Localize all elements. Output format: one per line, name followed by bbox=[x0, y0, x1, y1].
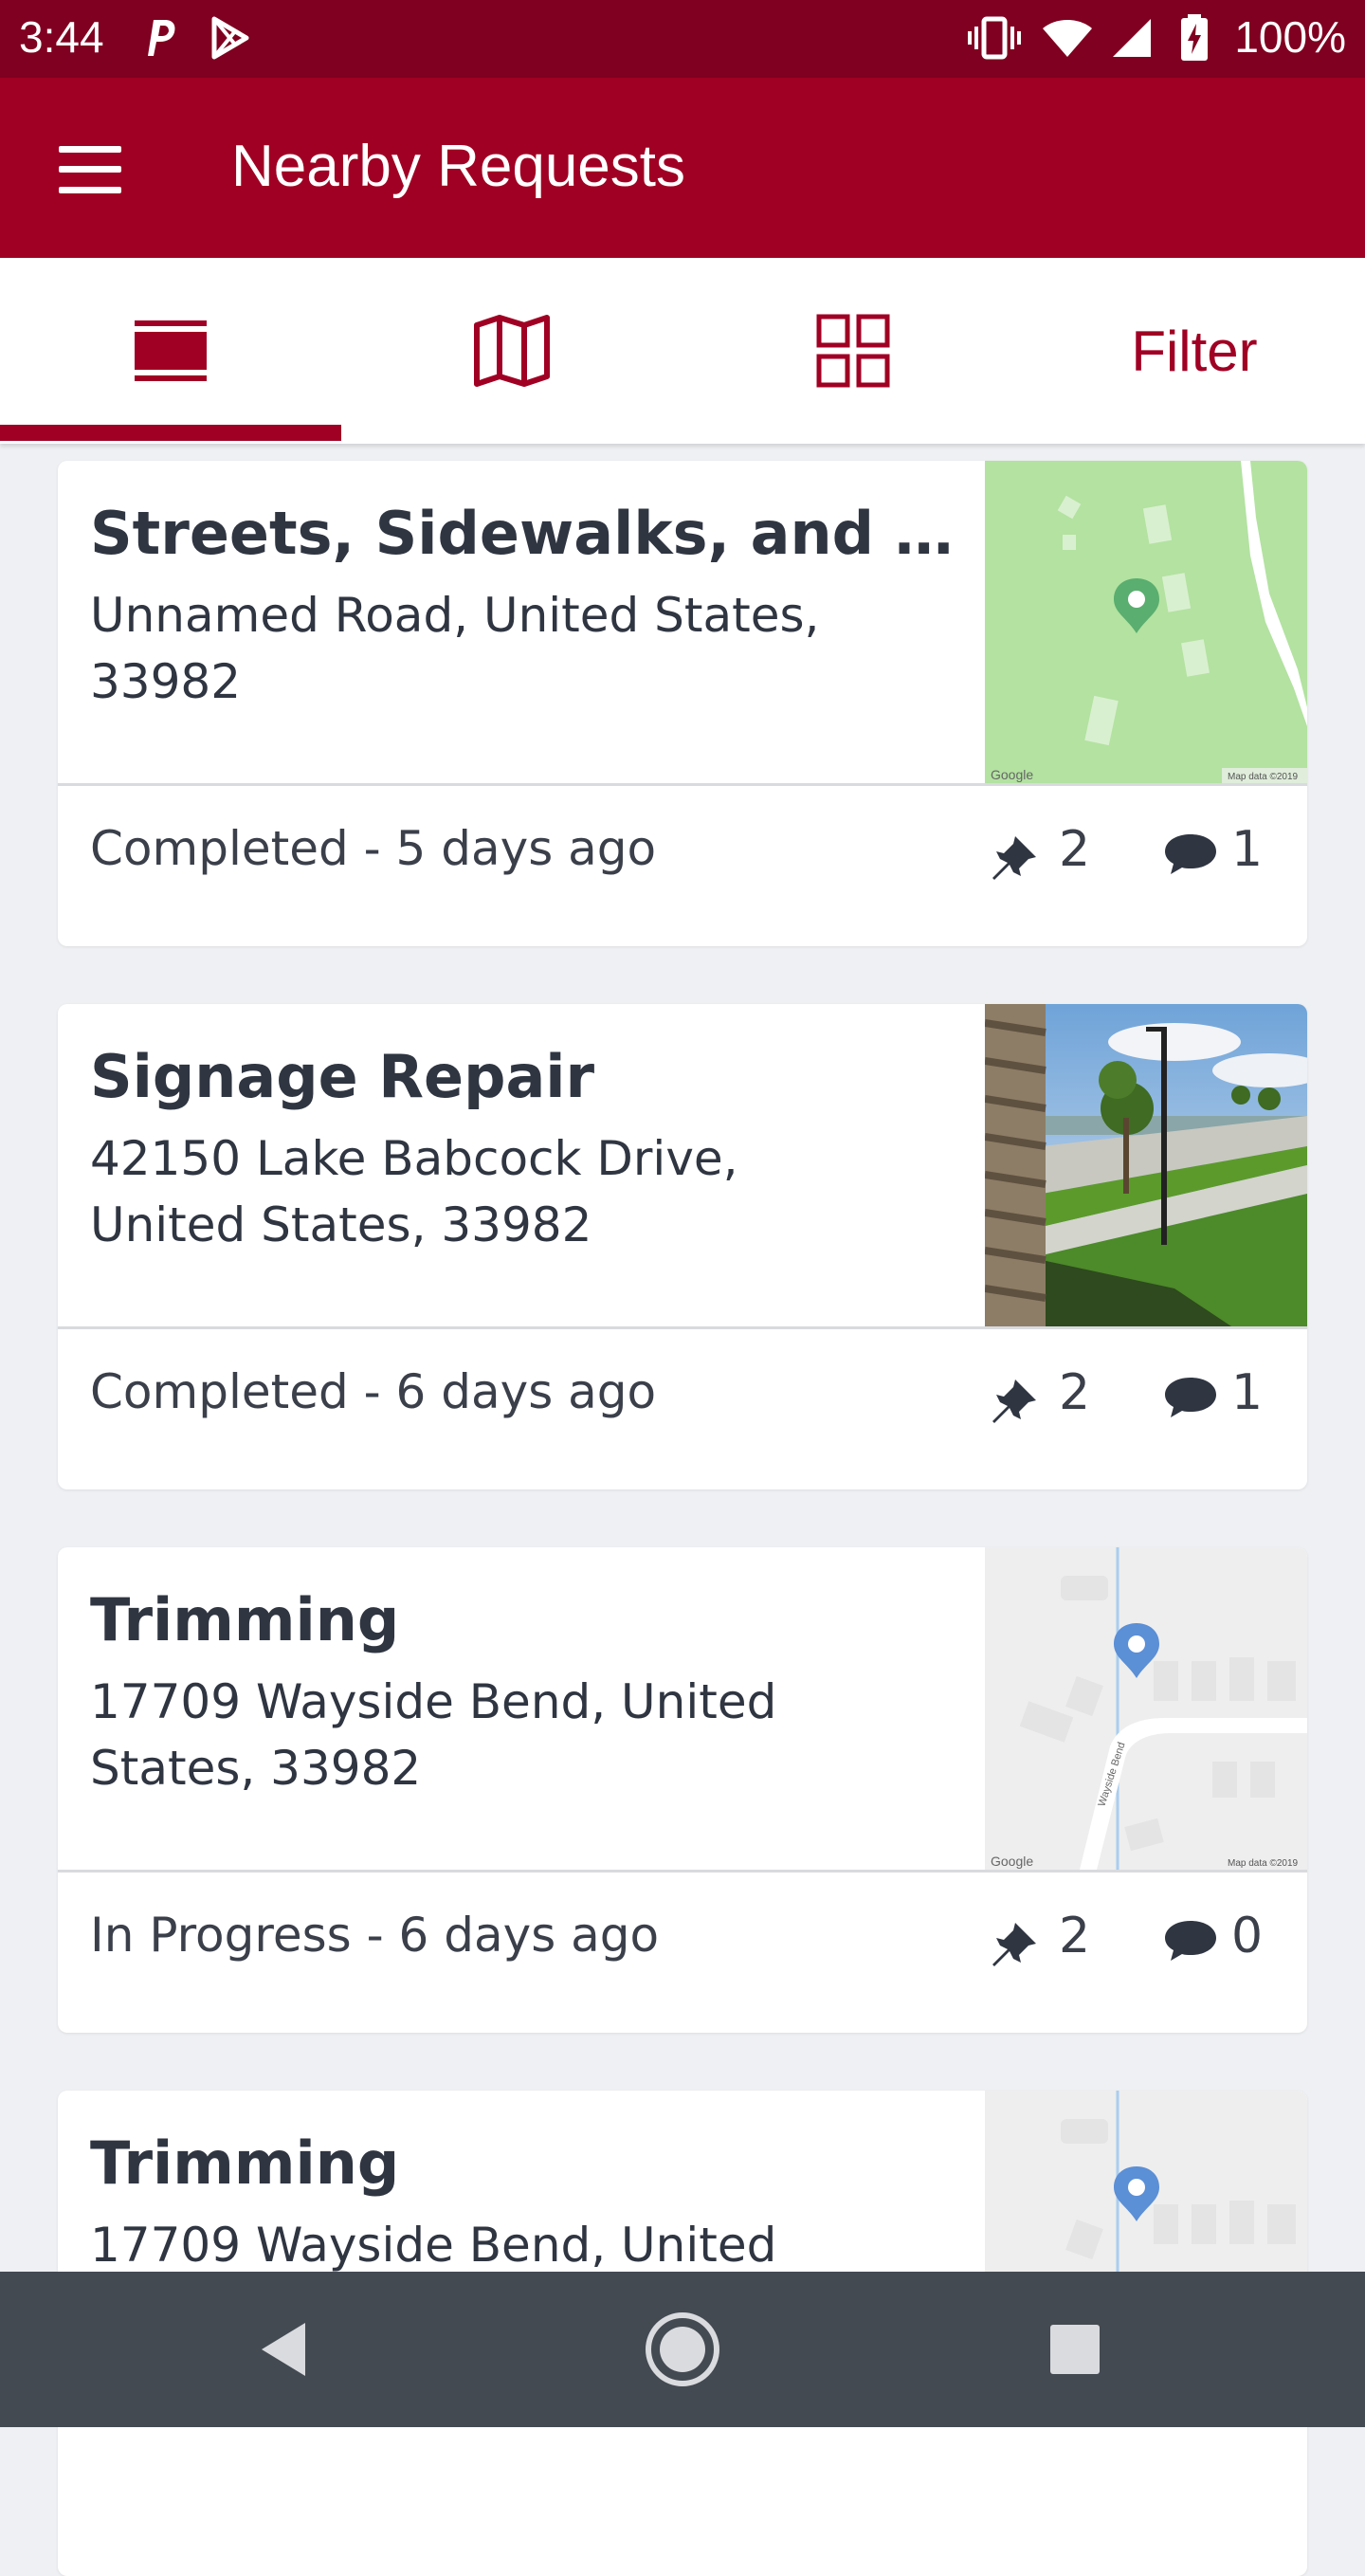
view-tab-bar: Filter bbox=[0, 258, 1365, 444]
hamburger-menu-icon[interactable] bbox=[59, 146, 121, 193]
street-map-thumbnail: Wayside Bend Google Map data ©2019 bbox=[985, 1547, 1307, 1870]
vibrate-icon bbox=[967, 11, 1022, 64]
signal-icon bbox=[1111, 11, 1153, 64]
battery-charging-icon bbox=[1179, 11, 1210, 64]
request-card[interactable]: Signage Repair 42150 Lake Babcock Drive,… bbox=[58, 1004, 1307, 1489]
pin-icon bbox=[991, 831, 1042, 886]
back-icon[interactable] bbox=[228, 2300, 341, 2399]
grid-icon bbox=[816, 314, 890, 388]
request-title: Signage Repair bbox=[90, 1042, 595, 1111]
request-status: In Progress - 6 days ago bbox=[90, 1908, 660, 1963]
system-nav-bar bbox=[0, 2272, 1365, 2427]
tab-map-view[interactable] bbox=[341, 258, 682, 444]
play-store-icon bbox=[210, 11, 250, 64]
request-card[interactable]: Trimming 17709 Wayside Bend, United Stat… bbox=[58, 1547, 1307, 2033]
pin-icon bbox=[991, 1374, 1042, 1429]
tab-grid-view[interactable] bbox=[682, 258, 1024, 444]
request-address: Unnamed Road, United States, 33982 bbox=[90, 588, 820, 709]
battery-percent: 100% bbox=[1234, 12, 1346, 62]
tab-filter[interactable]: Filter bbox=[1024, 258, 1365, 444]
recents-icon[interactable] bbox=[1018, 2300, 1132, 2399]
request-status: Completed - 6 days ago bbox=[90, 1364, 657, 1419]
filter-label: Filter bbox=[1131, 319, 1258, 383]
pin-icon bbox=[991, 1917, 1042, 1972]
comment-icon bbox=[1163, 1919, 1218, 1966]
map-data-attribution: Map data ©2019 bbox=[1228, 1858, 1299, 1869]
request-address: 42150 Lake Babcock Drive, United States,… bbox=[90, 1131, 738, 1252]
pin-count: 2 bbox=[1059, 1908, 1091, 1964]
request-status: Completed - 5 days ago bbox=[90, 821, 657, 876]
tab-indicator bbox=[0, 425, 341, 441]
photo-thumbnail bbox=[985, 1004, 1307, 1326]
status-bar: 3:44 100% bbox=[0, 0, 1365, 78]
app-bar: Nearby Requests bbox=[0, 78, 1365, 258]
list-view-icon bbox=[135, 320, 207, 381]
comment-icon bbox=[1163, 832, 1218, 880]
request-title: Trimming bbox=[90, 2128, 400, 2198]
card-divider bbox=[58, 1870, 1307, 1873]
map-icon bbox=[474, 315, 550, 387]
parking-p-icon bbox=[140, 11, 178, 64]
comment-count: 1 bbox=[1231, 821, 1264, 878]
card-divider bbox=[58, 783, 1307, 786]
tab-list-view[interactable] bbox=[0, 258, 341, 444]
pin-count: 2 bbox=[1059, 1364, 1091, 1421]
map-data-attribution: Map data ©2019 bbox=[1228, 772, 1299, 782]
status-time: 3:44 bbox=[19, 12, 104, 62]
request-title: Streets, Sidewalks, and B... bbox=[90, 499, 981, 568]
card-divider bbox=[58, 1326, 1307, 1329]
comment-count: 0 bbox=[1231, 1908, 1264, 1964]
pin-count: 2 bbox=[1059, 821, 1091, 878]
google-attribution: Google bbox=[991, 767, 1033, 782]
page-title: Nearby Requests bbox=[231, 134, 686, 199]
google-attribution: Google bbox=[991, 1854, 1033, 1869]
request-address: 17709 Wayside Bend, United bbox=[90, 2218, 777, 2273]
request-address: 17709 Wayside Bend, United States, 33982 bbox=[90, 1674, 777, 1796]
request-card[interactable]: Streets, Sidewalks, and B... Unnamed Roa… bbox=[58, 461, 1307, 946]
comment-count: 1 bbox=[1231, 1364, 1264, 1421]
wifi-icon bbox=[1041, 11, 1094, 64]
comment-icon bbox=[1163, 1376, 1218, 1423]
request-title: Trimming bbox=[90, 1585, 400, 1654]
home-icon[interactable] bbox=[626, 2300, 739, 2399]
map-thumbnail: Google Map data ©2019 bbox=[985, 461, 1307, 783]
